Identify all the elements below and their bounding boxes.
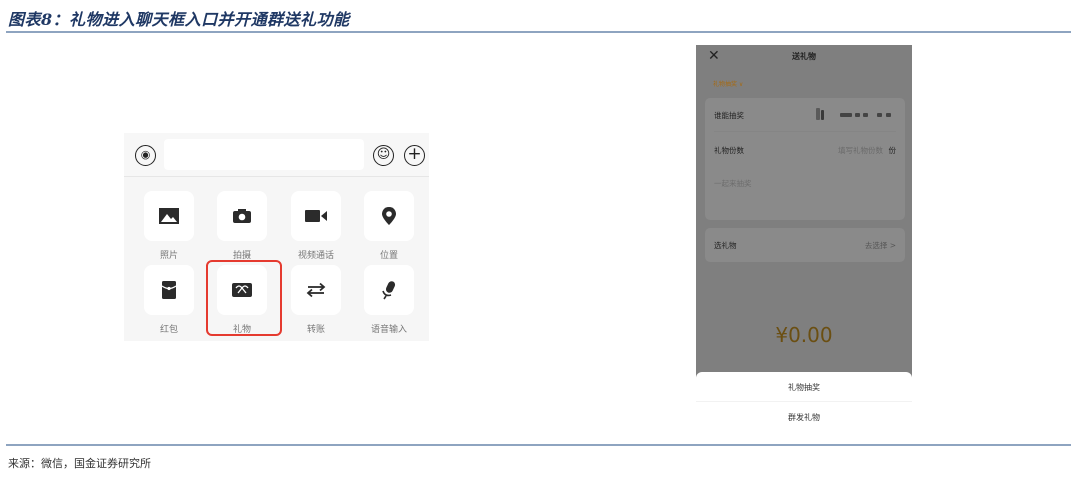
- tool-transfer[interactable]: 转账: [290, 265, 342, 335]
- tool-label: 照片: [159, 251, 178, 261]
- microphone-icon: [364, 265, 414, 315]
- message-input[interactable]: [164, 139, 364, 170]
- tool-video-call[interactable]: 视频通话: [290, 191, 342, 261]
- top-divider: [6, 31, 1071, 33]
- location-icon: [364, 191, 414, 241]
- gift-highlight-box: [206, 260, 282, 336]
- camera-icon: [217, 191, 267, 241]
- source-note: 来源：微信，国金证券研究所: [8, 457, 151, 470]
- tool-label: 红包: [159, 325, 178, 335]
- emoji-icon[interactable]: ☺: [373, 145, 394, 166]
- tool-red-packet[interactable]: 红包: [143, 265, 195, 335]
- gift-mode-selector[interactable]: 礼物抽奖 ∨: [713, 79, 743, 88]
- lottery-card: 谁能抽奖 礼物份数 填写礼物份数 份 一起来抽奖: [705, 98, 905, 220]
- tool-camera[interactable]: 拍摄: [216, 191, 268, 261]
- who-can-draw-value[interactable]: [816, 108, 896, 120]
- lottery-note-input[interactable]: 一起来抽奖: [714, 178, 752, 189]
- choose-gift-label: 选礼物: [714, 241, 737, 250]
- choose-gift-action[interactable]: 去选择 >: [865, 240, 896, 251]
- image-icon: [144, 191, 194, 241]
- gift-amount: ¥0.00: [775, 323, 833, 347]
- gift-title: 送礼物: [792, 52, 816, 61]
- transfer-icon: [291, 265, 341, 315]
- plus-icon[interactable]: +: [404, 145, 425, 166]
- gift-count-input[interactable]: 填写礼物份数: [838, 145, 883, 156]
- chat-input-bar: ◉ ☺ +: [124, 133, 429, 177]
- gift-header: ✕ 送礼物: [696, 45, 912, 69]
- send-gift-screen: ✕ 送礼物 礼物抽奖 ∨ 谁能抽奖 礼物份数 填写礼物份数 份 一起来抽奖 选礼…: [696, 45, 912, 430]
- video-icon: [291, 191, 341, 241]
- red-packet-icon: [144, 265, 194, 315]
- tool-voice-input[interactable]: 语音输入: [363, 265, 415, 335]
- gift-count-unit: 份: [888, 146, 897, 155]
- sheet-divider: [696, 401, 912, 402]
- action-sheet: 礼物抽奖 群发礼物: [696, 372, 912, 430]
- sheet-option-group-gift[interactable]: 群发礼物: [696, 412, 912, 423]
- tool-label: 语音输入: [370, 325, 407, 335]
- tool-label: 转账: [306, 325, 325, 335]
- gift-count-label: 礼物份数: [714, 146, 744, 155]
- voice-icon[interactable]: ◉: [135, 145, 156, 166]
- row-divider: [714, 131, 896, 132]
- figure-title: 图表8：礼物进入聊天框入口并开通群送礼功能: [8, 10, 350, 29]
- choose-gift-row[interactable]: 选礼物 去选择 >: [705, 228, 905, 262]
- tool-photo[interactable]: 照片: [143, 191, 195, 261]
- tool-location[interactable]: 位置: [363, 191, 415, 261]
- sheet-option-lottery[interactable]: 礼物抽奖: [696, 382, 912, 393]
- tool-label: 位置: [379, 251, 398, 261]
- who-can-draw-label: 谁能抽奖: [714, 111, 744, 120]
- bottom-divider: [6, 444, 1071, 446]
- tool-label: 视频通话: [297, 251, 334, 261]
